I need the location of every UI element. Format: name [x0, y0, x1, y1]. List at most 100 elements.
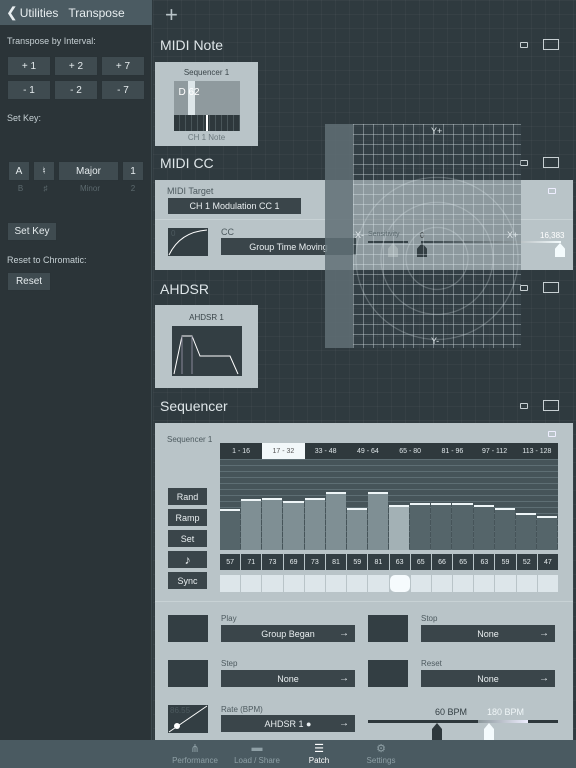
gate-toggle[interactable]: [389, 575, 410, 592]
patch-canvas[interactable]: + MIDI Note Sequencer 1 D 62 CH 1 Note M…: [153, 0, 576, 740]
expand-icon[interactable]: [543, 282, 559, 293]
expand-icon[interactable]: [543, 400, 559, 411]
step-value[interactable]: 69: [283, 554, 304, 570]
step-value[interactable]: 57: [220, 554, 241, 570]
page-tab[interactable]: 49 - 64: [347, 443, 389, 459]
step-bar[interactable]: [410, 503, 431, 550]
transpose-button[interactable]: + 7: [101, 56, 145, 76]
rate-source-button[interactable]: AHDSR 1 ● →: [221, 715, 355, 732]
bpm-max-handle[interactable]: [484, 723, 494, 740]
step-bar[interactable]: [241, 499, 262, 550]
key-accidental-picker[interactable]: ♮: [33, 161, 55, 181]
bpm-range-slider[interactable]: [368, 720, 558, 723]
gate-toggle[interactable]: [474, 575, 495, 592]
step-bar[interactable]: [473, 504, 494, 550]
plus-icon[interactable]: +: [165, 2, 178, 28]
midi-note-node[interactable]: Sequencer 1 D 62 CH 1 Note: [155, 62, 258, 146]
collapse-icon[interactable]: [520, 42, 528, 48]
step-bar[interactable]: [494, 507, 515, 550]
gate-toggle[interactable]: [347, 575, 368, 592]
set-key-button[interactable]: Set Key: [7, 222, 57, 241]
curve-button[interactable]: 0: [168, 228, 208, 256]
step-bar[interactable]: [515, 512, 536, 550]
page-tab[interactable]: 65 - 80: [389, 443, 431, 459]
step-value[interactable]: 52: [516, 554, 537, 570]
step-bar[interactable]: [346, 507, 367, 550]
ahdsr-node[interactable]: AHDSR 1: [155, 305, 258, 388]
step-value[interactable]: 63: [474, 554, 495, 570]
collapse-icon[interactable]: [520, 403, 528, 409]
reset-button[interactable]: Reset: [7, 272, 51, 291]
step-value[interactable]: 63: [389, 554, 410, 570]
collapse-icon[interactable]: [520, 160, 528, 166]
step-bar[interactable]: [220, 509, 241, 550]
step-value[interactable]: 65: [453, 554, 474, 570]
gate-toggle[interactable]: [537, 575, 558, 592]
range-max-handle[interactable]: [555, 243, 565, 257]
tab-patch[interactable]: ☰ Patch: [289, 742, 349, 765]
transpose-button[interactable]: - 7: [101, 80, 145, 100]
step-value[interactable]: 65: [410, 554, 431, 570]
page-tab[interactable]: 113 - 128: [516, 443, 558, 459]
page-tab[interactable]: 97 - 112: [474, 443, 516, 459]
xy-pad-strip[interactable]: [325, 124, 353, 348]
gate-toggle[interactable]: [241, 575, 262, 592]
step-bar[interactable]: [452, 503, 473, 550]
bpm-min-handle[interactable]: [432, 723, 442, 740]
play-source-button[interactable]: Group Began →: [221, 625, 355, 642]
step-value-grid[interactable]: [220, 459, 558, 550]
step-value[interactable]: 59: [495, 554, 516, 570]
note-length-button[interactable]: ♪: [168, 551, 207, 568]
side-button-ramp[interactable]: Ramp: [168, 509, 207, 526]
step-value[interactable]: 81: [325, 554, 347, 570]
step-value[interactable]: 73: [304, 554, 325, 570]
side-button-rand[interactable]: Rand: [168, 488, 207, 505]
gate-toggle[interactable]: [368, 575, 389, 592]
page-tab[interactable]: 33 - 48: [305, 443, 347, 459]
step-bar[interactable]: [283, 500, 304, 550]
stop-source-button[interactable]: None →: [421, 625, 555, 642]
step-bar[interactable]: [536, 516, 557, 550]
key-note-picker[interactable]: A: [8, 161, 30, 181]
midi-target-button[interactable]: CH 1 Modulation CC 1: [168, 198, 301, 214]
transpose-button[interactable]: + 2: [54, 56, 98, 76]
step-value[interactable]: 47: [537, 554, 558, 570]
gate-toggle[interactable]: [220, 575, 241, 592]
gate-toggle[interactable]: [262, 575, 283, 592]
gate-toggle[interactable]: [495, 575, 516, 592]
step-value[interactable]: 71: [241, 554, 262, 570]
step-source-button[interactable]: None →: [221, 670, 355, 687]
rate-curve-button[interactable]: 86.55: [168, 705, 208, 733]
gate-toggle[interactable]: [453, 575, 474, 592]
reset-source-button[interactable]: None →: [421, 670, 555, 687]
step-bar[interactable]: [325, 491, 346, 550]
transpose-button[interactable]: - 2: [54, 80, 98, 100]
side-button-sync[interactable]: Sync: [168, 572, 207, 589]
gate-toggle[interactable]: [516, 575, 537, 592]
step-bar[interactable]: [431, 502, 452, 550]
gate-toggle[interactable]: [410, 575, 431, 592]
back-button[interactable]: ❮ Utilities: [6, 4, 58, 21]
expand-icon[interactable]: [543, 157, 559, 168]
collapse-icon[interactable]: [548, 431, 556, 437]
step-bar[interactable]: [304, 497, 325, 550]
expand-icon[interactable]: [543, 39, 559, 50]
tab-load-share[interactable]: ▬ Load / Share: [227, 742, 287, 765]
step-bar[interactable]: [367, 491, 388, 550]
page-tab[interactable]: 1 - 16: [220, 443, 262, 459]
key-scale-picker[interactable]: Major: [58, 161, 119, 181]
side-button-set[interactable]: Set: [168, 530, 207, 547]
collapse-icon[interactable]: [520, 285, 528, 291]
page-tab[interactable]: 17 - 32: [262, 443, 305, 459]
step-value[interactable]: 66: [431, 554, 453, 570]
tab-settings[interactable]: ⚙ Settings: [351, 742, 411, 765]
transpose-button[interactable]: + 1: [7, 56, 51, 76]
collapse-icon[interactable]: [548, 188, 556, 194]
gate-toggle[interactable]: [304, 575, 325, 592]
gate-toggle[interactable]: [325, 575, 347, 592]
stop-trigger-pad[interactable]: [368, 615, 408, 642]
play-trigger-pad[interactable]: [168, 615, 208, 642]
page-tab[interactable]: 81 - 96: [431, 443, 473, 459]
step-bar[interactable]: [262, 497, 283, 550]
gate-toggle[interactable]: [431, 575, 453, 592]
